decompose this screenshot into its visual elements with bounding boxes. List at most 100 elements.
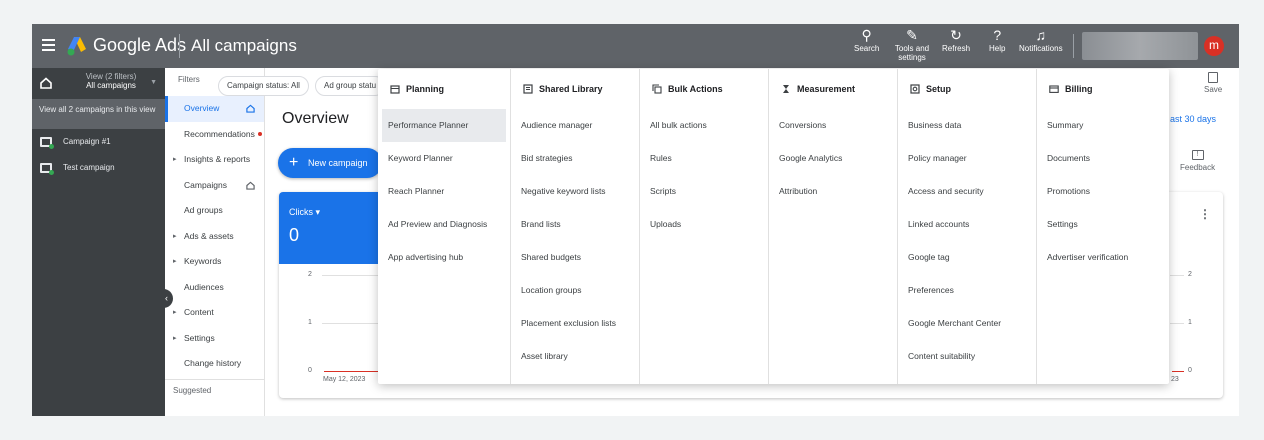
filter-chip[interactable]: Campaign status: All [218,76,309,96]
search-button[interactable]: ⚲ Search [854,28,879,53]
menu-item-linked-accounts[interactable]: Linked accounts [898,208,1036,241]
view-all-campaigns[interactable]: View all 2 campaigns in this view [32,100,165,129]
filter-chip[interactable]: Ad group statu [315,76,385,96]
account-info-blurred[interactable] [1082,32,1198,60]
new-campaign-label: New campaign [308,158,368,168]
save-button[interactable]: Save [1204,72,1222,94]
menu-item-bid-strategies[interactable]: Bid strategies [511,142,639,175]
menu-item-access-and-security[interactable]: Access and security [898,175,1036,208]
view-sub: All campaigns [86,81,136,90]
feedback-button[interactable]: ! Feedback [1180,150,1215,172]
nav-item-audiences[interactable]: Audiences [165,275,264,301]
suggested-label: Suggested [165,378,264,401]
calendar-icon [390,85,400,94]
notifications-button[interactable]: ♫ Notifications [1019,28,1063,53]
help-button[interactable]: ? Help [989,28,1005,53]
view-selector[interactable]: View (2 filters) All campaigns ▼ [32,68,165,100]
avatar[interactable]: m [1204,36,1224,56]
menu-item-rules[interactable]: Rules [640,142,768,175]
menu-item-reach-planner[interactable]: Reach Planner [378,175,510,208]
overview-title: Overview [282,110,349,127]
menu-item-advertiser-verification[interactable]: Advertiser verification [1037,241,1169,274]
campaign-item[interactable]: Test campaign [32,155,165,181]
grid-line [322,323,382,324]
nav-label: Settings [184,332,215,343]
menu-item-asset-library[interactable]: Asset library [511,340,639,373]
menu-item-app-advertising-hub[interactable]: App advertising hub [378,241,510,274]
y-tick-label: 0 [1188,367,1192,374]
nav-item-settings[interactable]: Settings [165,326,264,352]
nav-item-content[interactable]: Content [165,300,264,326]
tools-and-settings-menu: Planning Performance Planner Keyword Pla… [378,69,1169,384]
nav-label: Content [184,307,214,317]
view-label: View (2 filters) [85,72,137,81]
menu-item-attribution[interactable]: Attribution [769,175,897,208]
nav-item-recommendations[interactable]: Recommendations [165,122,264,148]
nav-item-ad-groups[interactable]: Ad groups [165,198,264,224]
page-title: All campaigns [191,36,297,55]
nav-label: Campaigns [184,179,227,190]
page-nav: Overview Recommendations Insights & repo… [165,68,265,416]
menu-item-promotions[interactable]: Promotions [1037,175,1169,208]
menu-item-business-data[interactable]: Business data [898,109,1036,142]
help-icon: ? [993,27,1002,43]
menu-item-google-analytics[interactable]: Google Analytics [769,142,897,175]
campaign-item[interactable]: Campaign #1 [32,129,165,155]
alert-dot [257,132,262,137]
nav-item-ads-assets[interactable]: Ads & assets [165,224,264,250]
home-icon [246,181,255,190]
campaign-icon [40,163,54,175]
nav-item-insights[interactable]: Insights & reports [165,147,264,173]
chevron-left-icon: ‹ [165,293,168,303]
menu-item-shared-budgets[interactable]: Shared budgets [511,241,639,274]
menu-item-google-tag[interactable]: Google tag [898,241,1036,274]
menu-item-ad-preview[interactable]: Ad Preview and Diagnosis [378,208,510,241]
y-tick-label: 0 [308,367,312,374]
menu-item-all-bulk-actions[interactable]: All bulk actions [640,109,768,142]
more-options-icon[interactable]: ⋮ [1199,207,1211,221]
search-label: Search [854,44,880,53]
y-tick-label: 2 [308,271,312,278]
plus-icon: + [289,154,299,171]
menu-item-conversions[interactable]: Conversions [769,109,897,142]
date-range-selector[interactable]: ast 30 days [1170,114,1216,124]
refresh-button[interactable]: ↻ Refresh [942,28,970,53]
tools-and-settings-button[interactable]: ✎ Tools and settings [894,28,930,62]
menu-item-brand-lists[interactable]: Brand lists [511,208,639,241]
menu-item-placement-exclusion-lists[interactable]: Placement exclusion lists [511,307,639,340]
nav-item-overview[interactable]: Overview [165,96,264,122]
app-frame: Google Ads All campaigns ⚲ Search ✎ Tool… [32,24,1239,416]
menu-item-location-groups[interactable]: Location groups [511,274,639,307]
y-tick-label: 1 [308,319,312,326]
nav-label: Change history [184,358,242,368]
menu-heading: Planning [378,69,510,109]
nav-item-keywords[interactable]: Keywords [165,249,264,275]
menu-item-scripts[interactable]: Scripts [640,175,768,208]
nav-item-change-history[interactable]: Change history [165,351,264,377]
menu-item-preferences[interactable]: Preferences [898,274,1036,307]
search-icon: ⚲ [861,27,872,43]
menu-column-planning: Planning Performance Planner Keyword Pla… [378,69,511,384]
menu-item-audience-manager[interactable]: Audience manager [511,109,639,142]
menu-item-settings[interactable]: Settings [1037,208,1169,241]
clicks-series-line [324,371,379,372]
feedback-icon: ! [1191,150,1204,160]
menu-item-negative-keyword-lists[interactable]: Negative keyword lists [511,175,639,208]
menu-item-documents[interactable]: Documents [1037,142,1169,175]
filters-label: Filters [178,75,200,84]
menu-item-content-suitability[interactable]: Content suitability [898,340,1036,373]
nav-label: Recommendations [184,128,255,139]
metric-tile-clicks[interactable]: Clicks ▾ 0 [279,192,379,264]
menu-item-keyword-planner[interactable]: Keyword Planner [378,142,510,175]
menu-item-policy-manager[interactable]: Policy manager [898,142,1036,175]
menu-item-uploads[interactable]: Uploads [640,208,768,241]
new-campaign-button[interactable]: + New campaign [278,148,382,178]
nav-item-campaigns[interactable]: Campaigns [165,173,264,199]
menu-item-summary[interactable]: Summary [1037,109,1169,142]
chevron-down-icon: ▼ [150,79,157,86]
nav-label: Overview [184,103,220,113]
menu-icon[interactable] [42,37,55,55]
tools-label: Tools and settings [894,44,930,62]
menu-item-performance-planner[interactable]: Performance Planner [382,109,506,142]
menu-item-google-merchant-center[interactable]: Google Merchant Center [898,307,1036,340]
